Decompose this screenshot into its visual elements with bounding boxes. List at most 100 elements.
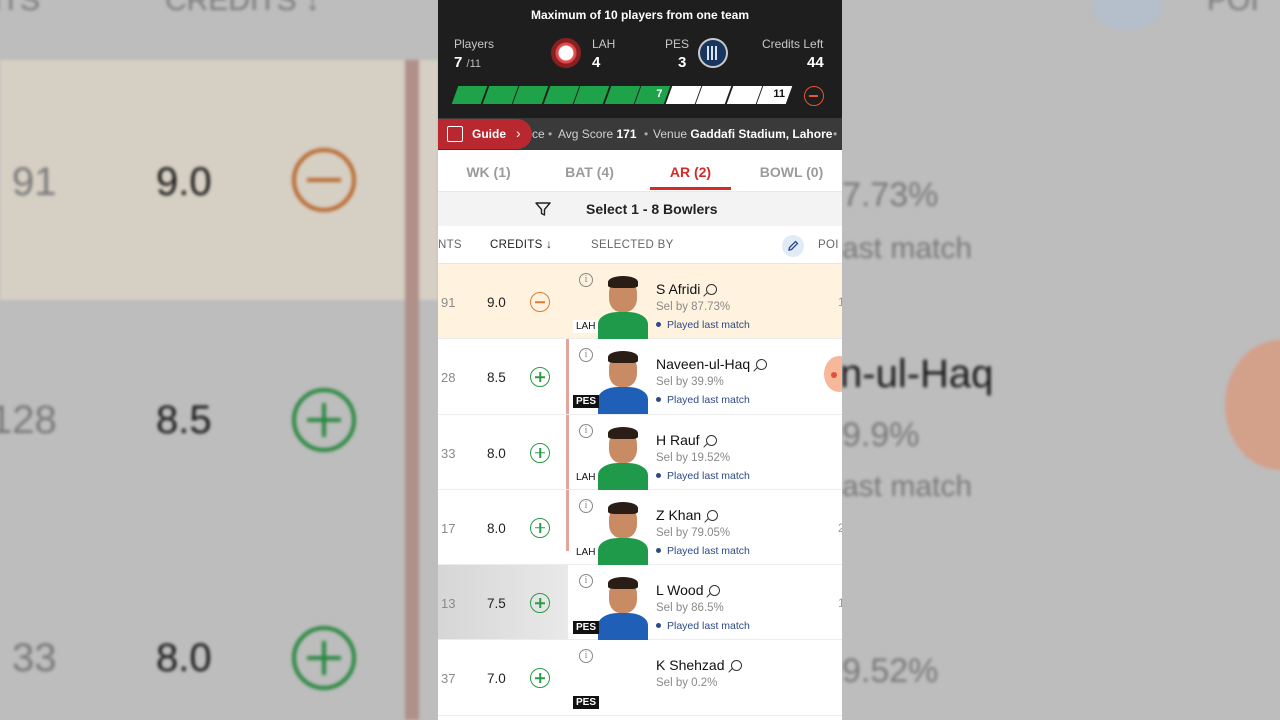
progress-segment bbox=[451, 86, 487, 104]
player-credits: 7.0 bbox=[487, 671, 506, 687]
team1-code: LAH bbox=[592, 37, 616, 51]
player-credits: 8.0 bbox=[487, 445, 506, 461]
info-icon[interactable]: i bbox=[579, 649, 593, 664]
team-badge: LAH bbox=[573, 470, 599, 484]
info-icon[interactable]: i bbox=[579, 574, 593, 589]
player-name-wrap: Naveen-ul-Haq bbox=[656, 356, 768, 373]
player-avatar bbox=[598, 500, 648, 565]
player-name: S Afridi bbox=[656, 281, 701, 297]
player-name-wrap: K Shehzad bbox=[656, 657, 742, 673]
info-icon[interactable]: i bbox=[579, 498, 593, 513]
player-credits: 8.0 bbox=[487, 520, 506, 536]
player-name: Z Khan bbox=[656, 506, 702, 523]
background-zoom-right: POI 7.73% ast match n-ul-Haq 9.9% ast ma… bbox=[842, 0, 1280, 720]
tab-ar[interactable]: AR (2) bbox=[640, 164, 741, 180]
player-points: 13 bbox=[441, 596, 456, 612]
bowler-role-icon bbox=[730, 660, 742, 672]
team2-code: PES bbox=[665, 37, 690, 51]
tab-wk[interactable]: WK (1) bbox=[438, 164, 539, 180]
edit-button[interactable] bbox=[782, 235, 804, 257]
player-points: 37 bbox=[441, 671, 456, 687]
guide-label: Guide bbox=[472, 127, 507, 141]
progress-segment bbox=[573, 86, 610, 104]
player-row[interactable]: 91 9.0 i LAH S Afridi Sel by 87.73% Played las… bbox=[438, 264, 842, 340]
add-player-button[interactable] bbox=[530, 442, 550, 463]
role-tabs: WK (1) BAT (4) AR (2) BOWL (0) bbox=[438, 150, 842, 192]
venue: Venue Gaddafi Stadium, Lahore bbox=[653, 127, 833, 141]
add-player-button[interactable] bbox=[530, 517, 550, 538]
active-tab-indicator bbox=[650, 187, 731, 190]
info-icon[interactable]: i bbox=[579, 273, 593, 287]
pes-team-logo bbox=[698, 38, 728, 68]
player-avatar bbox=[598, 349, 648, 415]
played-last-match: Played last match bbox=[656, 545, 750, 557]
player-name: K Shehzad bbox=[656, 657, 725, 674]
remove-player-button[interactable] bbox=[530, 292, 550, 312]
points-column-header[interactable]: NTS bbox=[438, 239, 462, 251]
player-credits: 8.5 bbox=[487, 370, 506, 386]
pencil-icon bbox=[788, 240, 799, 251]
player-name-wrap: Z Khan bbox=[656, 506, 719, 523]
team-builder-screen: Maximum of 10 players from one team Play… bbox=[438, 0, 842, 720]
team-summary-header: Maximum of 10 players from one team Play… bbox=[438, 0, 842, 118]
bowler-role-icon bbox=[705, 434, 717, 446]
player-list: 91 9.0 i LAH S Afridi Sel by 87.73% Played las… bbox=[438, 264, 842, 716]
info-icon[interactable]: i bbox=[579, 348, 593, 363]
team2-count: 3 bbox=[678, 54, 687, 71]
bowler-role-icon bbox=[706, 284, 718, 295]
progress-segment: 11 bbox=[757, 86, 793, 104]
player-row[interactable]: 28 8.5 i PES Naveen-ul-Haq Sel by 39.9% Played… bbox=[438, 339, 842, 415]
guide-button[interactable]: Guide › bbox=[438, 119, 532, 149]
player-avatar bbox=[598, 274, 648, 339]
player-points-right: 1 bbox=[838, 596, 842, 611]
progress-segment bbox=[696, 86, 732, 104]
filter-icon[interactable] bbox=[535, 201, 551, 217]
selection-rule-bar: Select 1 - 8 Bowlers bbox=[438, 192, 842, 226]
player-row[interactable]: 13 7.5 i PES L Wood Sel by 86.5% Played last m… bbox=[438, 565, 842, 641]
player-name: Naveen-ul-Haq bbox=[656, 356, 751, 373]
tab-bowl[interactable]: BOWL (0) bbox=[741, 164, 842, 180]
tab-bat[interactable]: BAT (4) bbox=[539, 164, 640, 180]
progress-segment bbox=[482, 86, 518, 104]
played-last-match: Played last match bbox=[656, 620, 750, 632]
player-name-wrap: L Wood bbox=[656, 582, 721, 599]
player-name-wrap: S Afridi bbox=[656, 281, 718, 297]
player-points-right: 1 bbox=[838, 295, 842, 309]
player-points-right: 2 bbox=[838, 520, 842, 535]
played-last-match: Played last match bbox=[656, 319, 750, 331]
bowler-role-icon bbox=[707, 509, 719, 521]
player-points: 33 bbox=[441, 445, 456, 461]
player-row[interactable]: 17 8.0 i LAH Z Khan Sel by 79.05% Played last … bbox=[438, 490, 842, 566]
player-name: L Wood bbox=[656, 582, 704, 599]
player-selected-by: Sel by 0.2% bbox=[656, 677, 718, 690]
team-badge: LAH bbox=[573, 320, 599, 333]
played-last-match: Played last match bbox=[656, 470, 750, 482]
bowler-role-icon bbox=[756, 359, 768, 371]
credits-left-label: Credits Left bbox=[762, 37, 824, 51]
clear-team-button[interactable] bbox=[804, 86, 824, 106]
player-row[interactable]: 33 8.0 i LAH H Rauf Sel by 19.52% Played last … bbox=[438, 415, 842, 490]
player-row[interactable]: 37 7.0 i PES K Shehzad Sel by 0.2% bbox=[438, 640, 842, 716]
bowler-role-icon bbox=[709, 585, 721, 597]
player-avatar bbox=[598, 575, 648, 641]
background-zoom-left: NTS CREDITS ↓ 91 9.0 128 8.5 33 8.0 bbox=[0, 0, 438, 720]
players-label: Players bbox=[454, 37, 495, 51]
team-badge: LAH bbox=[573, 545, 599, 559]
team1-count: 4 bbox=[592, 54, 601, 71]
column-header: NTS CREDITS ↓ SELECTED BY POI bbox=[438, 226, 842, 264]
team-badge: PES bbox=[573, 621, 600, 635]
player-selected-by: Sel by 79.05% bbox=[656, 526, 731, 539]
avg-score: Avg Score 171 bbox=[558, 127, 637, 141]
points-right-column-header[interactable]: POI bbox=[818, 239, 839, 251]
player-selected-by: Sel by 39.9% bbox=[656, 376, 724, 389]
progress-segment: 7 bbox=[635, 86, 671, 104]
team-badge: PES bbox=[573, 395, 600, 409]
selected-by-column-header[interactable]: SELECTED BY bbox=[591, 239, 674, 251]
chevron-right-icon: › bbox=[516, 125, 521, 141]
info-partial-text: ce bbox=[532, 127, 545, 141]
player-selected-by: Sel by 86.5% bbox=[656, 602, 724, 615]
credits-column-header[interactable]: CREDITS ↓ bbox=[490, 239, 552, 251]
info-icon[interactable]: i bbox=[579, 423, 593, 438]
match-info-strip: Guide › ce • Avg Score 171 • Venue Gadda… bbox=[438, 118, 842, 150]
players-count: 7 /11 bbox=[454, 54, 481, 71]
